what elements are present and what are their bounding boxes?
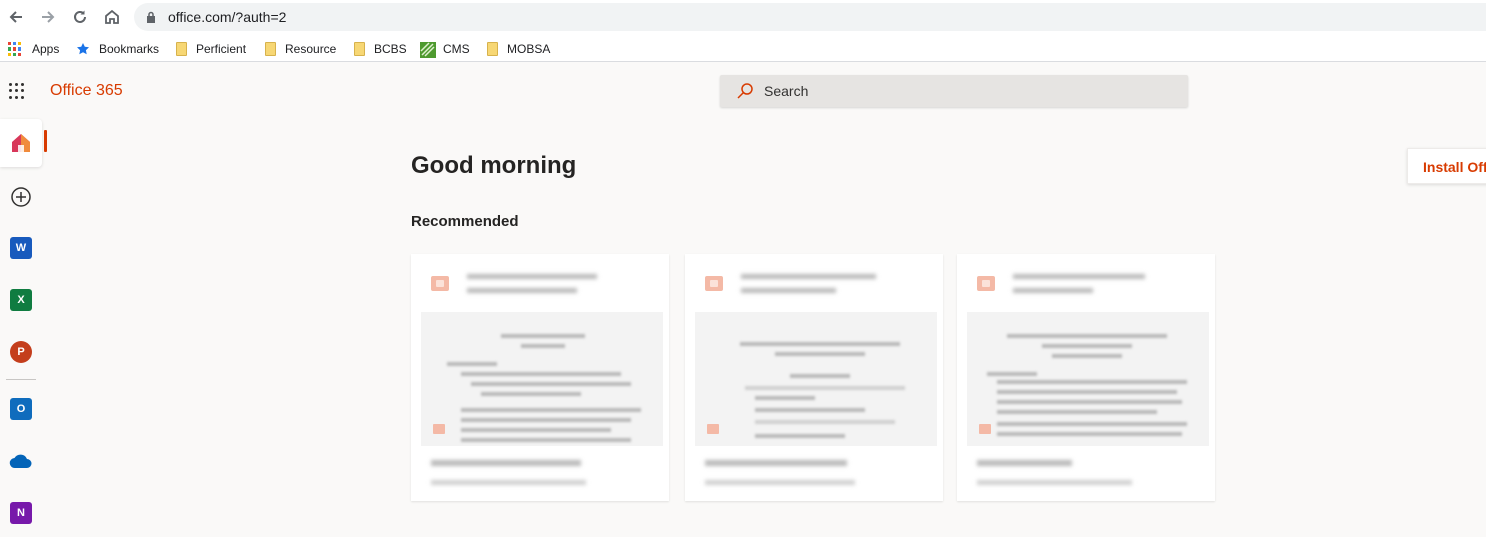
address-bar[interactable]: office.com/?auth=2 (134, 3, 1486, 31)
bookmark-resource[interactable]: Resource (265, 40, 336, 58)
lock-icon (147, 11, 155, 23)
folder-icon (354, 42, 365, 56)
onedrive-icon (9, 454, 32, 469)
file-thumbnail (967, 312, 1209, 446)
reload-icon[interactable] (69, 6, 91, 28)
file-thumbnail (421, 312, 663, 446)
add-circle-icon (11, 187, 31, 207)
bookmark-apps[interactable]: Apps (8, 40, 59, 58)
office-header: Office 365 Search (0, 67, 1486, 115)
recommended-card[interactable] (685, 254, 943, 501)
star-icon (76, 42, 90, 56)
app-rail: W X P O N (0, 115, 48, 524)
rail-powerpoint[interactable]: P (0, 328, 42, 376)
search-placeholder: Search (764, 83, 809, 99)
bookmark-mobsa[interactable]: MOBSA (487, 40, 550, 58)
folder-icon (265, 42, 276, 56)
rail-outlook[interactable]: O (0, 385, 42, 433)
bookmark-label: Perficient (196, 42, 247, 56)
bookmark-label: CMS (443, 42, 470, 56)
bookmark-label: MOBSA (507, 42, 551, 56)
bookmark-bcbs[interactable]: BCBS (354, 40, 407, 58)
bookmarks-bar: Apps Bookmarks Perficient Resource BCBS … (0, 34, 1486, 62)
outlook-icon: O (10, 398, 32, 420)
powerpoint-file-icon (705, 276, 723, 291)
powerpoint-icon: P (10, 341, 32, 363)
forward-icon[interactable] (37, 6, 59, 28)
recommended-card[interactable] (411, 254, 669, 501)
word-icon: W (10, 237, 32, 259)
rail-onenote[interactable]: N (0, 489, 42, 537)
home-icon (12, 134, 30, 152)
card-file-location (431, 480, 641, 485)
powerpoint-file-icon (431, 276, 449, 291)
folder-icon (487, 42, 498, 56)
bookmark-label: Apps (32, 42, 60, 56)
rail-divider (6, 379, 36, 380)
card-activity-note (741, 269, 891, 293)
bookmark-bookmarks[interactable]: Bookmarks (76, 40, 159, 58)
cms-icon (420, 42, 436, 58)
bookmark-cms[interactable]: CMS (420, 40, 470, 58)
card-file-title (431, 460, 641, 466)
card-file-title (705, 460, 915, 466)
excel-icon: X (10, 289, 32, 311)
rail-word[interactable]: W (0, 224, 42, 272)
recommended-card[interactable] (957, 254, 1215, 501)
back-icon[interactable] (5, 6, 27, 28)
active-indicator (44, 130, 47, 152)
app-launcher-icon[interactable] (9, 83, 25, 99)
folder-icon (176, 42, 187, 56)
file-thumbnail (695, 312, 937, 446)
bookmark-label: Resource (285, 42, 337, 56)
search-input[interactable]: Search (720, 75, 1188, 107)
powerpoint-file-icon (433, 424, 445, 434)
card-activity-note (467, 269, 617, 293)
bookmark-label: Bookmarks (99, 42, 160, 56)
onenote-icon: N (10, 502, 32, 524)
home-page-icon[interactable] (101, 6, 123, 28)
rail-home[interactable] (0, 119, 42, 167)
install-office-button[interactable]: Install Office (1407, 148, 1486, 184)
browser-toolbar: office.com/?auth=2 (0, 0, 1486, 34)
card-activity-note (1013, 269, 1163, 293)
powerpoint-file-icon (977, 276, 995, 291)
rail-create[interactable] (0, 173, 42, 221)
card-file-location (977, 480, 1187, 485)
apps-grid-icon (8, 42, 22, 56)
powerpoint-file-icon (707, 424, 719, 434)
search-icon (737, 83, 753, 99)
brand-title[interactable]: Office 365 (50, 82, 123, 100)
card-file-location (705, 480, 915, 485)
greeting-heading: Good morning (411, 152, 577, 179)
recommended-heading: Recommended (411, 213, 519, 230)
card-file-title (977, 460, 1187, 466)
rail-onedrive[interactable] (0, 437, 42, 485)
powerpoint-file-icon (979, 424, 991, 434)
bookmark-label: BCBS (374, 42, 407, 56)
url-text: office.com/?auth=2 (168, 9, 287, 25)
bookmark-perficient[interactable]: Perficient (176, 40, 246, 58)
rail-excel[interactable]: X (0, 276, 42, 324)
